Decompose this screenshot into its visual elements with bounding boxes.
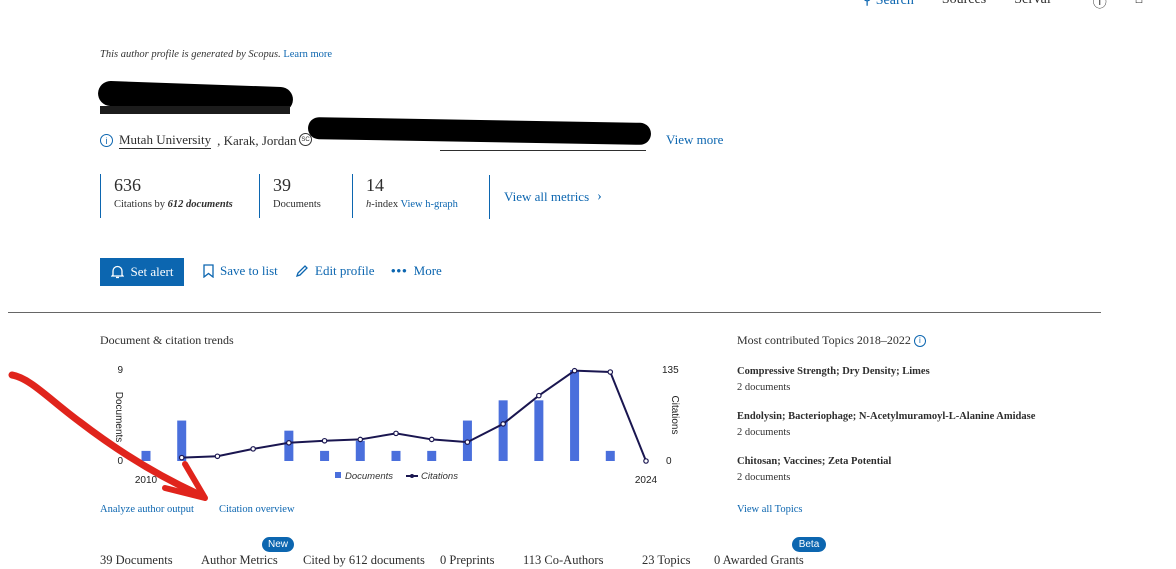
author-affiliation: i Mutah University, Karak, Jordan (100, 132, 297, 149)
info-icon[interactable]: i (913, 335, 926, 347)
metric-documents[interactable]: 39 Documents (259, 174, 321, 218)
y-right-label: Citations (669, 396, 680, 435)
documents-bar-2021[interactable] (534, 400, 544, 461)
y-right-tick-min: 0 (666, 456, 672, 467)
documents-bar-2016[interactable] (355, 440, 365, 461)
section-divider (8, 312, 1101, 313)
citations-point-2020[interactable] (536, 392, 542, 399)
documents-bar-2020[interactable] (498, 400, 508, 461)
beta-badge: Beta (792, 537, 826, 552)
bell-icon (110, 265, 124, 279)
tab-preprints[interactable]: 0 Preprints (440, 553, 495, 568)
tab-co-authors[interactable]: 113 Co-Authors (523, 553, 603, 568)
topic-list: Compressive Strength; Dry Density; Limes… (737, 366, 1035, 501)
affiliation-link[interactable]: Mutah University (119, 132, 212, 149)
info-icon[interactable]: i (100, 134, 113, 147)
documents-bar-2014[interactable] (284, 430, 294, 461)
citations-point-2023[interactable] (643, 458, 649, 464)
metric-h-index: 14 h-index View h-graph (352, 174, 458, 218)
topic-item[interactable]: Endolysin; Bacteriophage; N-Acetylmuramo… (737, 411, 1035, 456)
citations-count: 636 (114, 175, 141, 195)
topic-item[interactable]: Compressive Strength; Dry Density; Limes… (737, 366, 1035, 411)
citations-point-2018[interactable] (464, 439, 471, 445)
x-tick-end: 2024 (635, 475, 658, 486)
citations-point-2012[interactable] (250, 446, 256, 452)
view-all-metrics-link[interactable]: View all metrics › (489, 175, 602, 219)
tab-author-metrics[interactable]: Author Metrics (201, 553, 278, 568)
nav-scival[interactable]: SciVal (1014, 0, 1051, 12)
documents-bar-2023[interactable] (605, 450, 615, 461)
edit-profile-button[interactable]: Edit profile (295, 263, 375, 279)
chevron-right-icon: › (597, 189, 602, 204)
metric-citations[interactable]: 636 Citations by 612 documents (100, 174, 233, 218)
view-h-graph-link[interactable]: View h-graph (401, 199, 458, 210)
view-all-topics-link[interactable]: View all Topics (737, 504, 803, 515)
top-navigation: ⚲ Search Sources SciVal ⓘ ⌂ (862, 0, 1143, 12)
nav-search[interactable]: ⚲ Search (862, 0, 914, 12)
citations-point-2017[interactable] (428, 436, 435, 443)
documents-count: 39 (273, 175, 291, 195)
pencil-icon (295, 265, 308, 278)
legend-citations: Citations (421, 471, 458, 482)
orcid-underline (440, 150, 646, 151)
trends-title: Document & citation trends (100, 333, 234, 347)
legend-documents-swatch (335, 472, 341, 478)
citations-point-2013[interactable] (286, 440, 292, 446)
nav-sources[interactable]: Sources (942, 0, 986, 12)
tab-cited-by[interactable]: Cited by 612 documents (303, 553, 425, 568)
learn-more-link[interactable]: Learn more (283, 49, 332, 60)
chart-legend: Documents Citations (335, 471, 458, 482)
citations-point-2019[interactable] (500, 421, 506, 427)
citations-point-2021[interactable] (571, 367, 578, 374)
legend-documents: Documents (345, 471, 393, 482)
set-alert-button[interactable]: Set alert (100, 258, 184, 286)
documents-bar-2022[interactable] (570, 370, 580, 461)
h-index-value: 14 (366, 175, 384, 195)
view-more-link[interactable]: View more (666, 132, 723, 148)
save-to-list-button[interactable]: Save to list (203, 263, 278, 279)
profile-notice: This author profile is generated by Scop… (100, 49, 333, 60)
citations-point-2015[interactable] (357, 436, 364, 443)
more-button[interactable]: ••• More (391, 263, 442, 279)
author-name-remnant (100, 106, 290, 114)
redacted-author-ids (307, 117, 652, 145)
search-icon: ⚲ (862, 0, 876, 8)
y-right-tick-max: 135 (662, 365, 679, 376)
topic-item[interactable]: Chitosan; Vaccines; Zeta Potential 2 doc… (737, 456, 1035, 501)
new-badge: New (262, 537, 294, 552)
citations-point-2014[interactable] (321, 437, 328, 444)
tab-documents[interactable]: 39 Documents (100, 553, 173, 568)
tab-awarded-grants[interactable]: 0 Awarded Grants (714, 553, 804, 568)
annotation-arrow (8, 371, 208, 501)
citation-overview-link[interactable]: Citation overview (219, 504, 295, 515)
ellipsis-icon: ••• (391, 263, 408, 278)
citations-point-2022[interactable] (607, 369, 614, 375)
citing-documents-count: 612 documents (167, 199, 233, 210)
documents-bar-2018[interactable] (427, 450, 437, 461)
bookmark-icon (203, 264, 214, 278)
citations-point-2016[interactable] (393, 430, 399, 437)
documents-bar-2017[interactable] (391, 450, 401, 461)
institution-icon[interactable]: ⌂ (1135, 0, 1143, 12)
documents-bar-2015[interactable] (320, 450, 330, 461)
tab-topics[interactable]: 23 Topics (642, 553, 691, 568)
help-icon[interactable]: ⓘ (1093, 0, 1107, 12)
topics-title: Most contributed Topics 2018–2022 i (737, 333, 926, 348)
